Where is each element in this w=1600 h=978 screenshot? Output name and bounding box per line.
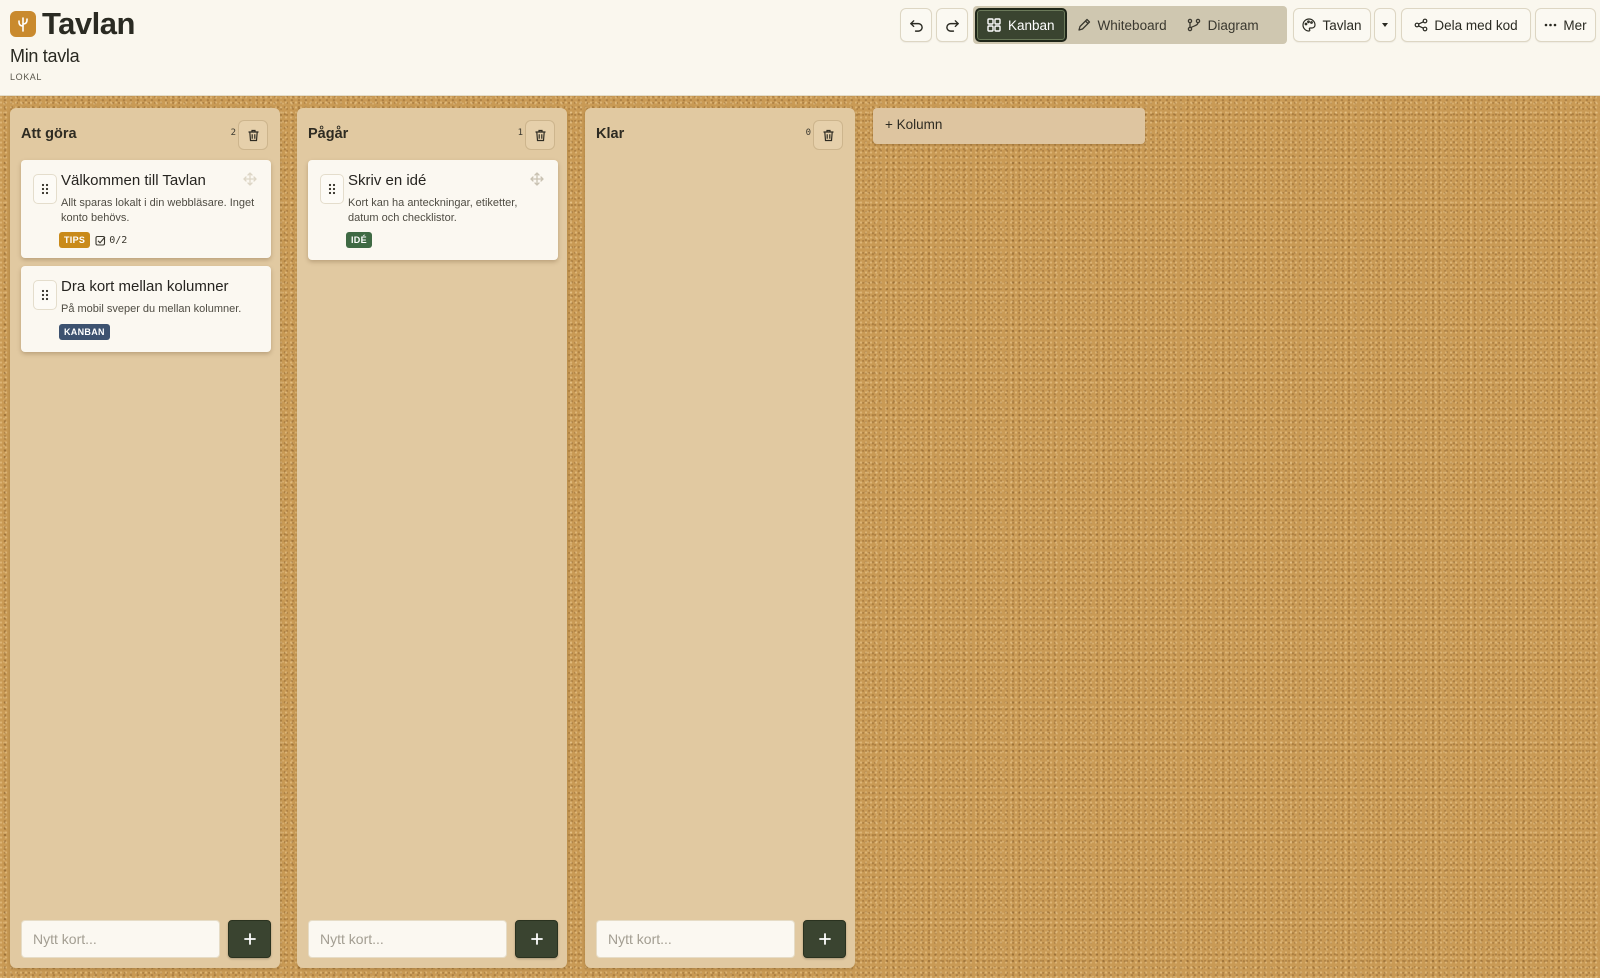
column-card-count: 2 bbox=[230, 128, 236, 138]
plus-icon bbox=[530, 933, 543, 945]
column-pagar: Pågår 1 Skriv en idé Kort kan ha anteckn… bbox=[297, 108, 567, 968]
plus-icon bbox=[243, 933, 256, 945]
card-tags: TIPS 0/2 bbox=[59, 232, 127, 248]
checklist-count: 0/2 bbox=[109, 234, 128, 246]
view-diagram-button[interactable]: Diagram bbox=[1177, 8, 1269, 42]
caret-down-icon bbox=[1382, 23, 1388, 27]
column-title[interactable]: Pågår bbox=[308, 126, 348, 142]
checkbox-icon bbox=[95, 235, 106, 246]
card-tags: IDÉ bbox=[346, 232, 372, 248]
card-description: Allt sparas lokalt i din webbläsare. Ing… bbox=[61, 197, 255, 224]
palette-icon bbox=[1302, 18, 1317, 32]
move-icon[interactable] bbox=[530, 172, 544, 191]
card-title: Dra kort mellan kolumner bbox=[61, 278, 229, 295]
add-card-button[interactable] bbox=[803, 920, 846, 958]
new-card-input[interactable] bbox=[596, 920, 795, 958]
trash-icon bbox=[823, 129, 833, 141]
column-card-count: 0 bbox=[805, 128, 811, 138]
view-switcher: Kanban Whiteboard Diagram bbox=[973, 6, 1287, 44]
theme-button[interactable]: Tavlan bbox=[1293, 8, 1371, 42]
redo-button[interactable] bbox=[936, 8, 968, 42]
card-title: Välkommen till Tavlan bbox=[61, 172, 206, 189]
undo-icon bbox=[909, 19, 923, 32]
drag-handle[interactable] bbox=[33, 174, 57, 204]
delete-column-button[interactable] bbox=[525, 120, 555, 150]
grip-vertical-icon bbox=[41, 183, 49, 195]
view-diagram-label: Diagram bbox=[1207, 17, 1259, 33]
tag-label: KANBAN bbox=[59, 324, 110, 340]
card-description: Kort kan ha anteckningar, etiketter, dat… bbox=[348, 197, 518, 224]
drag-handle[interactable] bbox=[33, 280, 57, 310]
grid-icon bbox=[987, 18, 1001, 32]
grip-vertical-icon bbox=[328, 183, 336, 195]
more-label: Mer bbox=[1563, 17, 1587, 33]
brand: Tavlan bbox=[10, 6, 135, 42]
trash-icon bbox=[535, 129, 545, 141]
tag-label: IDÉ bbox=[346, 232, 372, 248]
column-card-count: 1 bbox=[517, 128, 523, 138]
more-horizontal-icon bbox=[1545, 23, 1557, 27]
view-kanban-label: Kanban bbox=[1008, 17, 1055, 33]
add-card-button[interactable] bbox=[515, 920, 558, 958]
view-kanban-button[interactable]: Kanban bbox=[975, 8, 1067, 42]
tag-label: TIPS bbox=[59, 232, 91, 248]
redo-icon bbox=[945, 19, 959, 32]
checklist-progress: 0/2 bbox=[95, 235, 127, 246]
theme-dropdown-button[interactable] bbox=[1374, 8, 1396, 42]
app-header: Tavlan Min tavla LOKAL Kanban Whiteboard… bbox=[0, 0, 1600, 96]
delete-column-button[interactable] bbox=[813, 120, 843, 150]
undo-button[interactable] bbox=[900, 8, 932, 42]
column-title[interactable]: Klar bbox=[596, 126, 624, 142]
share-label: Dela med kod bbox=[1434, 17, 1518, 33]
kanban-board: Att göra 2 Välkommen till Tavlan Allt sp… bbox=[0, 96, 1600, 978]
column-title[interactable]: Att göra bbox=[21, 126, 77, 142]
app-title: Tavlan bbox=[42, 6, 135, 41]
move-icon[interactable] bbox=[243, 172, 257, 191]
card-title: Skriv en idé bbox=[348, 172, 427, 189]
theme-label: Tavlan bbox=[1322, 17, 1362, 33]
new-card-input[interactable] bbox=[21, 920, 220, 958]
add-column-button[interactable]: + Kolumn bbox=[873, 108, 1145, 144]
column-att-gora: Att göra 2 Välkommen till Tavlan Allt sp… bbox=[10, 108, 280, 968]
cactus-logo-icon bbox=[10, 11, 36, 37]
card[interactable]: Skriv en idé Kort kan ha anteckningar, e… bbox=[308, 160, 558, 260]
plus-icon bbox=[818, 933, 831, 945]
board-title[interactable]: Min tavla bbox=[10, 46, 80, 67]
add-card-button[interactable] bbox=[228, 920, 271, 958]
git-branch-icon bbox=[1187, 18, 1200, 32]
share-button[interactable]: Dela med kod bbox=[1401, 8, 1531, 42]
card[interactable]: Välkommen till Tavlan Allt sparas lokalt… bbox=[21, 160, 271, 258]
grip-vertical-icon bbox=[41, 289, 49, 301]
pencil-icon bbox=[1077, 18, 1090, 31]
card-description: På mobil sveper du mellan kolumner. bbox=[61, 303, 242, 315]
more-button[interactable]: Mer bbox=[1535, 8, 1596, 42]
storage-label: LOKAL bbox=[10, 72, 43, 82]
view-whiteboard-button[interactable]: Whiteboard bbox=[1067, 8, 1177, 42]
share-icon bbox=[1414, 18, 1428, 32]
card-tags: KANBAN bbox=[59, 324, 110, 340]
column-klar: Klar 0 bbox=[585, 108, 855, 968]
view-whiteboard-label: Whiteboard bbox=[1097, 17, 1167, 33]
new-card-input[interactable] bbox=[308, 920, 507, 958]
trash-icon bbox=[248, 129, 258, 141]
card[interactable]: Dra kort mellan kolumner På mobil sveper… bbox=[21, 266, 271, 352]
drag-handle[interactable] bbox=[320, 174, 344, 204]
delete-column-button[interactable] bbox=[238, 120, 268, 150]
